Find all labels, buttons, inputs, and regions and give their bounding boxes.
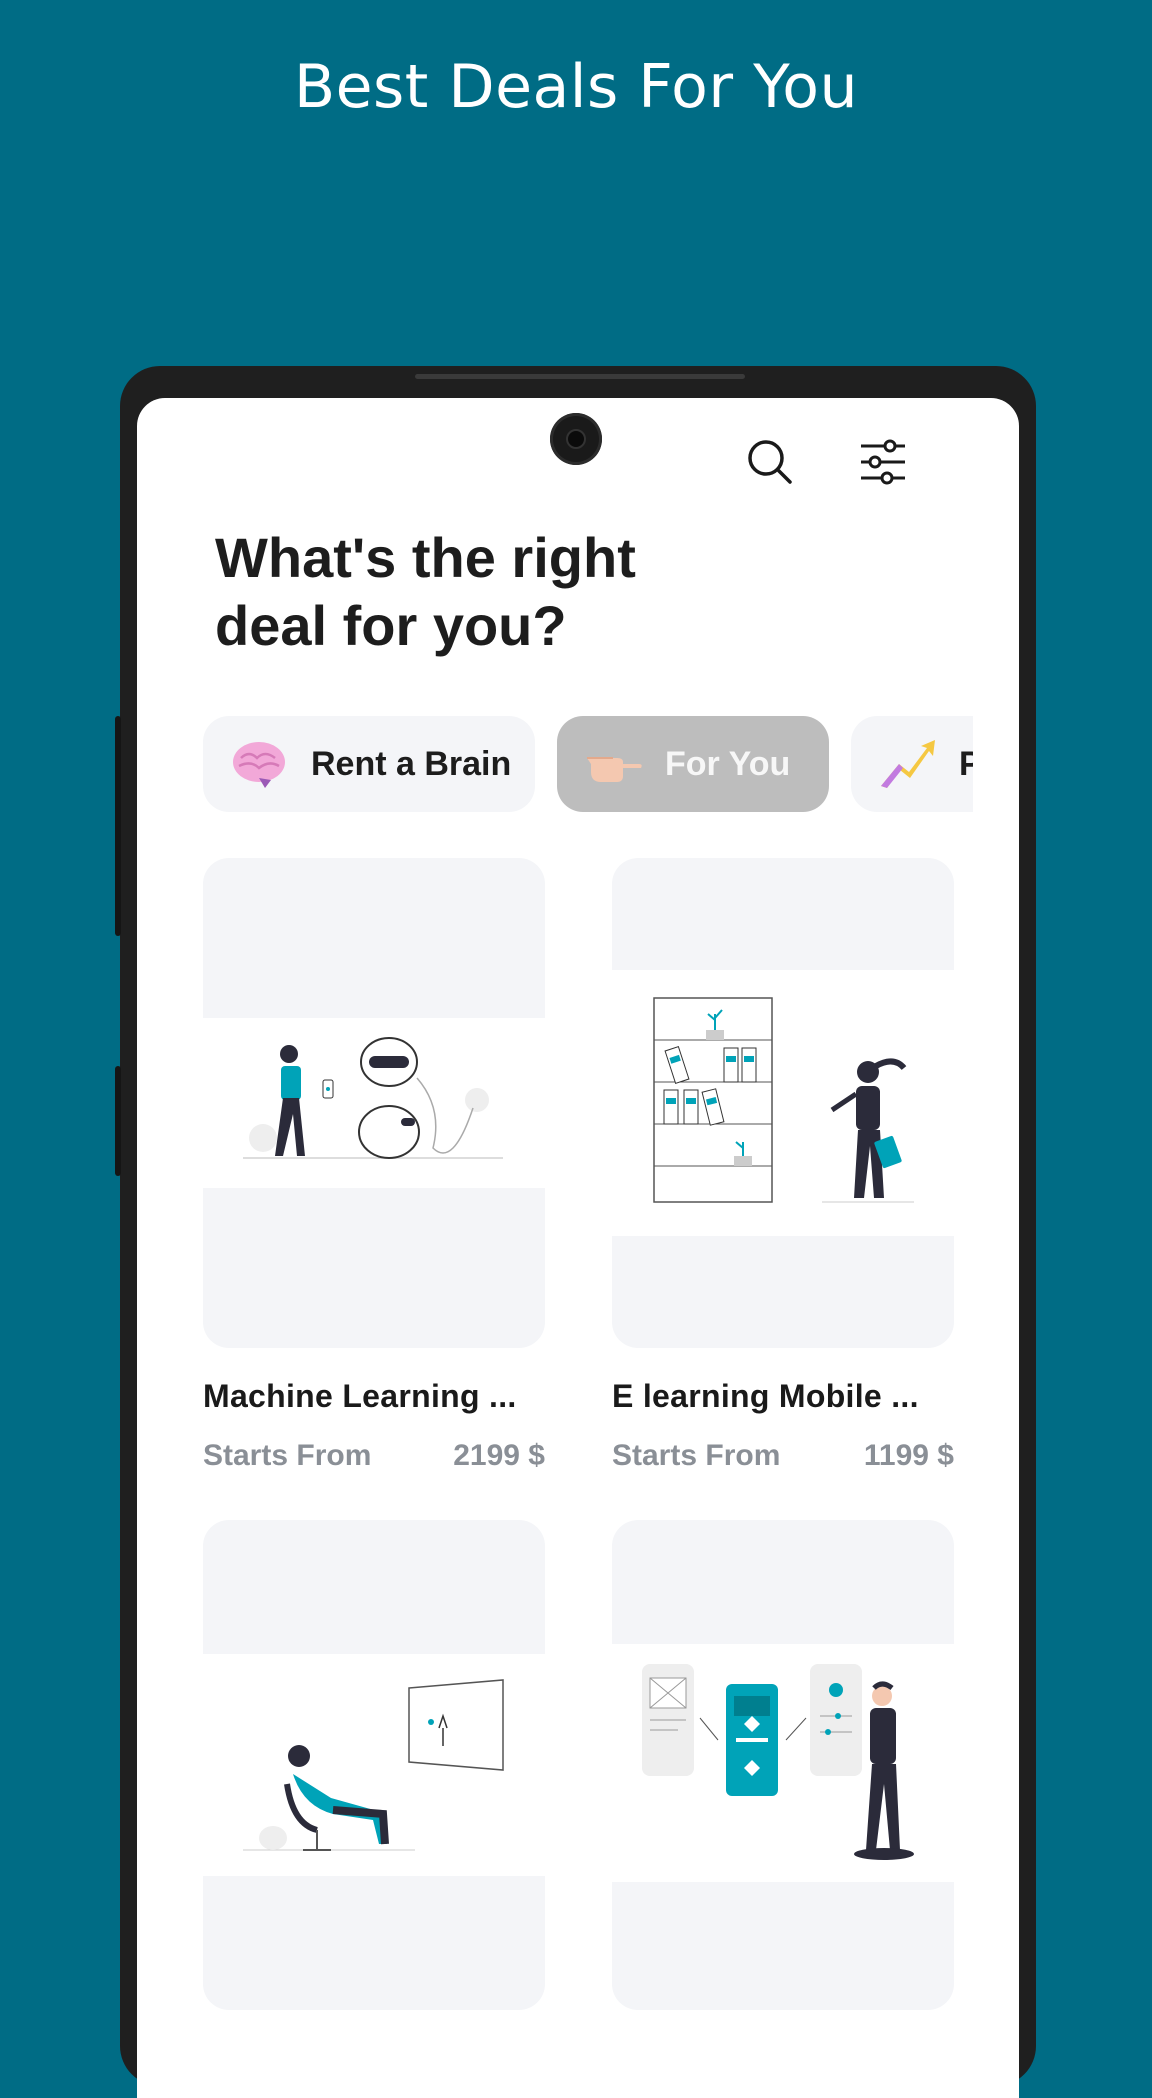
card-thumbnail	[203, 858, 545, 1348]
deal-card[interactable]	[203, 1520, 545, 2010]
card-thumbnail	[612, 1520, 954, 2010]
app-screen: What's the right deal for you? Rent a Br…	[137, 398, 1019, 2098]
phone-side-button	[115, 716, 121, 936]
card-title: Machine Learning ...	[203, 1378, 517, 1414]
robot-illustration	[203, 1018, 545, 1188]
phone-speaker	[415, 374, 745, 379]
chip-third[interactable]: P	[851, 716, 973, 812]
filter-button[interactable]	[853, 432, 913, 492]
chip-for-you[interactable]: For You	[557, 716, 829, 812]
search-button[interactable]	[740, 432, 800, 492]
chart-up-icon	[881, 740, 935, 788]
starts-from-label: Starts From	[203, 1439, 372, 1472]
pointing-hand-icon	[587, 757, 642, 782]
card-price: 1199 $	[863, 1439, 954, 1472]
front-camera	[550, 413, 602, 465]
category-chips: Rent a Brain For You P	[203, 716, 973, 814]
search-icon	[748, 440, 792, 484]
chip-label: Rent a Brain	[311, 744, 512, 783]
card-title: E learning Mobile ...	[612, 1378, 919, 1414]
chip-label: P	[959, 744, 973, 783]
card-price: 2199 $	[453, 1439, 545, 1472]
deal-card[interactable]: E learning Mobile ... Starts From 1199 $	[612, 858, 954, 1473]
bookshelf-illustration	[612, 970, 954, 1236]
presentation-illustration	[203, 1654, 545, 1876]
phone-side-button	[115, 1066, 121, 1176]
mobile-wireframe-illustration	[612, 1644, 954, 1882]
page-title: What's the right deal for you?	[215, 526, 636, 657]
card-thumbnail	[203, 1520, 545, 2010]
sliders-icon	[861, 439, 905, 485]
chip-label: For You	[665, 744, 791, 783]
brain-icon	[233, 742, 285, 788]
card-thumbnail	[612, 858, 954, 1348]
starts-from-label: Starts From	[612, 1439, 781, 1472]
deal-card[interactable]	[612, 1520, 954, 2010]
chip-rent-a-brain[interactable]: Rent a Brain	[203, 716, 535, 812]
deal-card[interactable]: Machine Learning ... Starts From 2199 $	[203, 858, 545, 1473]
promo-title: Best Deals For You	[293, 52, 859, 122]
